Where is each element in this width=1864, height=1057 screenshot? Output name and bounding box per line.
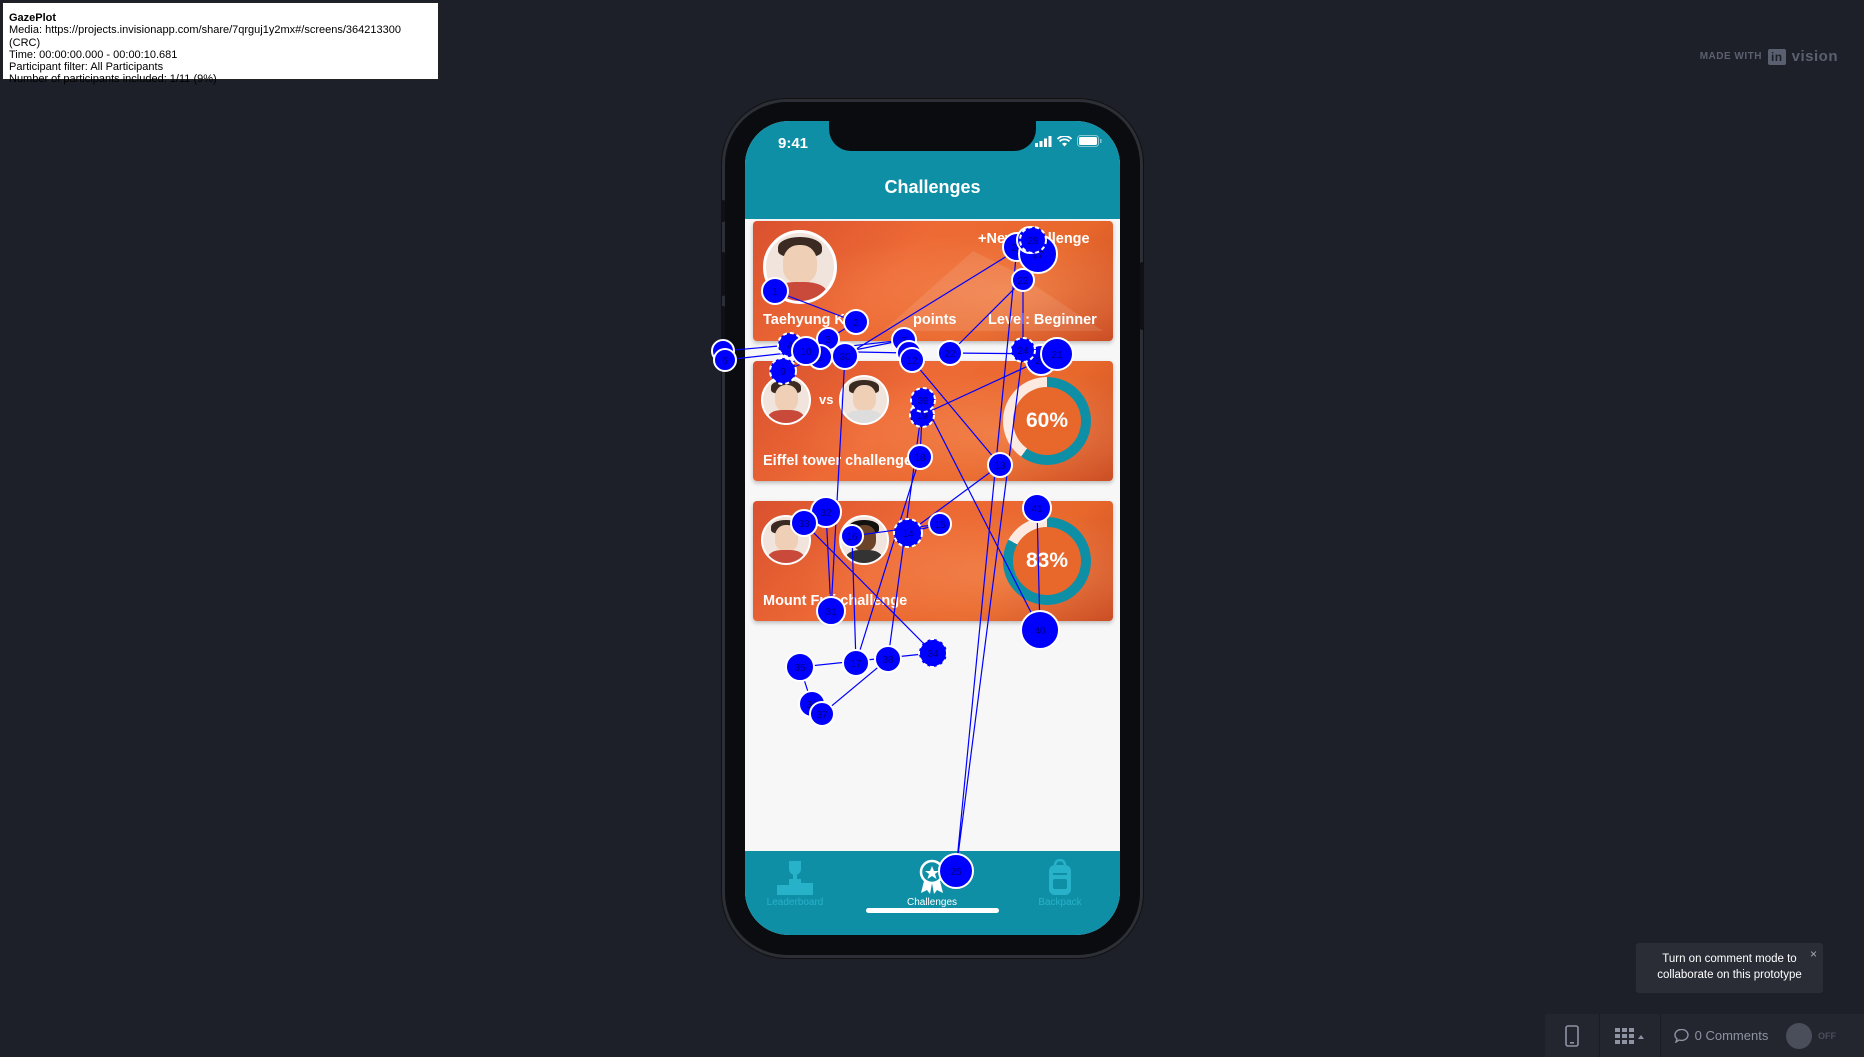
tab-bar: Leaderboard Challenges Backpack (745, 851, 1120, 935)
comments-count: 0 Comments (1694, 1028, 1769, 1043)
made-with-invision[interactable]: MADE WITH in vision (1700, 48, 1838, 65)
prototype-toolbar: 0 Comments OFF (1545, 1014, 1864, 1057)
progress-label: 60% (1025, 409, 1069, 432)
tab-challenges[interactable]: Challenges (882, 859, 982, 908)
user-level: Level: Beginner (988, 312, 1097, 328)
progress-ring: 83% (1003, 517, 1091, 605)
power-button (1140, 262, 1144, 330)
status-time: 9:41 (778, 135, 809, 152)
new-challenge-button[interactable]: +New Challenge (978, 231, 1090, 247)
info-filter: Participant filter: All Participants (9, 61, 164, 74)
user-name: Taehyung Kim (763, 312, 862, 328)
mute-switch (721, 200, 725, 222)
challenge-card-eiffel[interactable]: vs Eiffel tower challenge 60% (753, 361, 1113, 481)
tab-backpack[interactable]: Backpack (1010, 858, 1110, 908)
notch (829, 121, 1036, 151)
player-avatar-1 (761, 515, 811, 565)
wifi-icon (1057, 135, 1072, 146)
challenge-card-fuji[interactable]: Mount Fuji challenge 83% (753, 501, 1113, 621)
info-time: Time: 00:00:00.000 - 00:00:10.681 (9, 48, 178, 61)
user-points: points (913, 312, 957, 328)
toggle-state: OFF (1818, 1030, 1836, 1041)
player-avatar-2 (839, 375, 889, 425)
comment-mode-toggle[interactable]: OFF (1781, 1014, 1841, 1057)
progress-label: 83% (1025, 549, 1069, 572)
info-media: Media: https://projects.invisionapp.com/… (9, 24, 401, 49)
comments-button[interactable]: 0 Comments (1661, 1014, 1781, 1057)
made-with-label: MADE WITH (1699, 51, 1762, 62)
device-button[interactable] (1545, 1014, 1599, 1057)
battery-icon (1077, 135, 1102, 147)
gazeplot-info-box: GazePlot Media: https://projects.invisio… (2, 2, 439, 85)
phone-screen: 9:41 Challenges +New Challenge Taehyung … (745, 121, 1120, 935)
challenge-title: Mount Fuji challenge (763, 593, 908, 609)
close-icon[interactable]: × (1810, 946, 1817, 962)
invision-logo-badge: in (1767, 48, 1786, 65)
comment-icon (1673, 1028, 1689, 1043)
toggle-knob (1786, 1022, 1812, 1049)
challenge-title: Eiffel tower challenge (763, 453, 913, 469)
info-title: GazePlot (9, 12, 57, 24)
player-avatar-1 (761, 375, 811, 425)
comment-mode-tooltip: × Turn on comment mode to collaborate on… (1636, 943, 1823, 993)
info-participants: Number of participants included: 1/11 (9… (9, 73, 217, 86)
comment-tooltip-text: Turn on comment mode to collaborate on t… (1657, 953, 1802, 981)
screens-grid-button[interactable] (1600, 1014, 1660, 1057)
user-avatar (763, 230, 837, 304)
tab-label: Leaderboard (766, 897, 824, 908)
trophy-icon (777, 861, 813, 895)
signal-icon (1035, 135, 1052, 147)
volume-up-button (721, 252, 725, 296)
phone-icon (1565, 1024, 1579, 1047)
stage: GazePlot Media: https://projects.invisio… (0, 0, 1864, 1057)
volume-down-button (721, 306, 725, 350)
tab-label: Backpack (1038, 897, 1082, 908)
invision-logo-text: vision (1791, 48, 1838, 65)
page-title: Challenges (745, 171, 1120, 219)
backpack-icon (1049, 858, 1071, 895)
tab-leaderboard[interactable]: Leaderboard (745, 859, 845, 908)
phone-frame: 9:41 Challenges +New Challenge Taehyung … (721, 102, 1144, 955)
home-indicator (866, 908, 999, 913)
grid-icon (1615, 1027, 1644, 1044)
player-avatar-2 (839, 515, 889, 565)
progress-ring: 60% (1003, 377, 1091, 465)
profile-card: +New Challenge Taehyung Kim points Level… (753, 221, 1113, 341)
vs-label: vs (819, 392, 834, 407)
award-icon (919, 859, 945, 894)
tab-label: Challenges (906, 897, 958, 908)
